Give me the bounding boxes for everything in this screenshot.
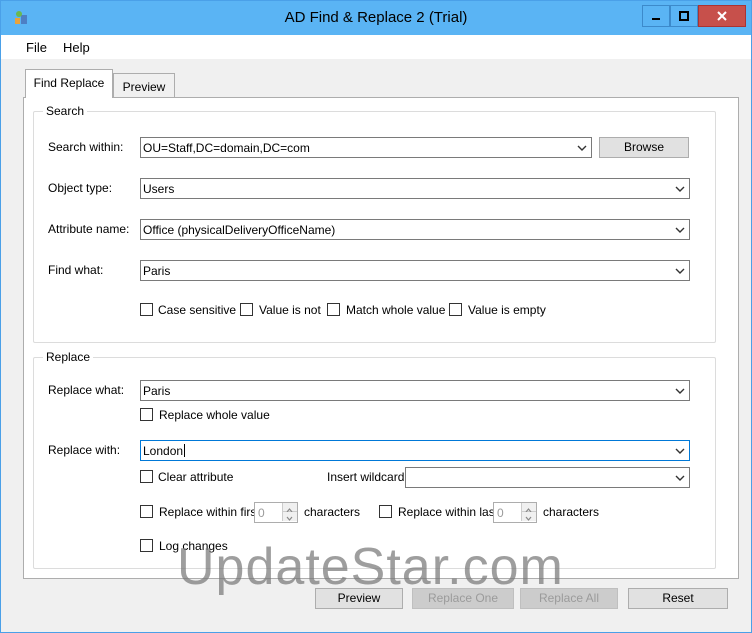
search-within-combo[interactable]: OU=Staff,DC=domain,DC=com: [140, 137, 592, 158]
first-chars-stepper[interactable]: 0: [254, 502, 298, 523]
stepper-up-icon[interactable]: [282, 503, 297, 513]
insert-wildcard-label: Insert wildcard: [327, 470, 405, 484]
insert-wildcard-combo[interactable]: [405, 467, 690, 488]
replace-with-value: London: [143, 444, 184, 458]
browse-button[interactable]: Browse: [599, 137, 689, 158]
match-whole-value-checkbox[interactable]: [327, 303, 340, 316]
close-button[interactable]: [698, 5, 746, 27]
search-group-label: Search: [43, 104, 88, 118]
case-sensitive-label: Case sensitive: [158, 303, 237, 317]
replace-what-value: Paris: [143, 384, 171, 398]
attribute-name-combo[interactable]: Office (physicalDeliveryOfficeName): [140, 219, 690, 240]
find-what-combo[interactable]: Paris: [140, 260, 690, 281]
replace-whole-value-label: Replace whole value: [159, 408, 270, 422]
chevron-down-icon: [675, 186, 685, 192]
replace-with-label: Replace with:: [48, 443, 121, 457]
first-chars-value: 0: [258, 506, 265, 520]
replace-what-label: Replace what:: [48, 383, 125, 397]
value-is-not-checkbox[interactable]: [240, 303, 253, 316]
clear-attribute-checkbox[interactable]: [140, 470, 153, 483]
attribute-name-value: Office (physicalDeliveryOfficeName): [143, 223, 336, 237]
log-changes-checkbox[interactable]: [140, 539, 153, 552]
chevron-down-icon: [675, 448, 685, 454]
chevron-down-icon: [675, 268, 685, 274]
object-type-value: Users: [143, 182, 175, 196]
window-title: AD Find & Replace 2 (Trial): [284, 9, 468, 26]
replace-within-last-label: Replace within last: [398, 505, 499, 519]
watermark-text: UpdateStar.com: [177, 538, 564, 596]
close-icon: [717, 11, 727, 21]
menu-help[interactable]: Help: [63, 40, 90, 55]
chevron-down-icon: [577, 145, 587, 151]
tab-preview[interactable]: Preview: [113, 73, 175, 99]
find-what-value: Paris: [143, 264, 171, 278]
last-chars-value: 0: [497, 506, 504, 520]
maximize-icon: [679, 11, 689, 21]
search-within-value: OU=Staff,DC=domain,DC=com: [143, 141, 310, 155]
menu-bar: File Help: [1, 35, 751, 59]
match-whole-value-label: Match whole value: [346, 303, 446, 317]
object-type-label: Object type:: [48, 181, 113, 195]
clear-attribute-label: Clear attribute: [158, 470, 234, 484]
replace-group-label: Replace: [43, 350, 94, 364]
chevron-down-icon: [675, 475, 685, 481]
maximize-button[interactable]: [670, 5, 698, 27]
app-window: AD Find & Replace 2 (Trial) File Help Fi…: [0, 0, 752, 633]
replace-within-first-label: Replace within first: [159, 505, 260, 519]
replace-with-combo[interactable]: London: [140, 440, 690, 461]
stepper-up-icon[interactable]: [521, 503, 536, 513]
last-chars-stepper[interactable]: 0: [493, 502, 537, 523]
replace-within-first-checkbox[interactable]: [140, 505, 153, 518]
minimize-icon: [652, 18, 660, 20]
find-what-label: Find what:: [48, 263, 104, 277]
characters-label-first: characters: [304, 505, 361, 519]
object-type-combo[interactable]: Users: [140, 178, 690, 199]
stepper-down-icon[interactable]: [282, 512, 297, 521]
replace-within-last-checkbox[interactable]: [379, 505, 392, 518]
value-is-empty-label: Value is empty: [468, 303, 546, 317]
stepper-down-icon[interactable]: [521, 512, 536, 521]
characters-label-last: characters: [543, 505, 600, 519]
attribute-name-label: Attribute name:: [48, 222, 130, 236]
title-bar[interactable]: AD Find & Replace 2 (Trial): [1, 1, 751, 35]
menu-file[interactable]: File: [26, 40, 47, 55]
search-within-label: Search within:: [48, 140, 124, 154]
text-caret: [184, 444, 186, 457]
tab-find-replace[interactable]: Find Replace: [25, 69, 113, 98]
case-sensitive-checkbox[interactable]: [140, 303, 153, 316]
replace-what-combo[interactable]: Paris: [140, 380, 690, 401]
value-is-not-label: Value is not: [259, 303, 321, 317]
chevron-down-icon: [675, 227, 685, 233]
replace-whole-value-checkbox[interactable]: [140, 408, 153, 421]
chevron-down-icon: [675, 388, 685, 394]
minimize-button[interactable]: [642, 5, 670, 27]
value-is-empty-checkbox[interactable]: [449, 303, 462, 316]
reset-button[interactable]: Reset: [628, 588, 728, 609]
